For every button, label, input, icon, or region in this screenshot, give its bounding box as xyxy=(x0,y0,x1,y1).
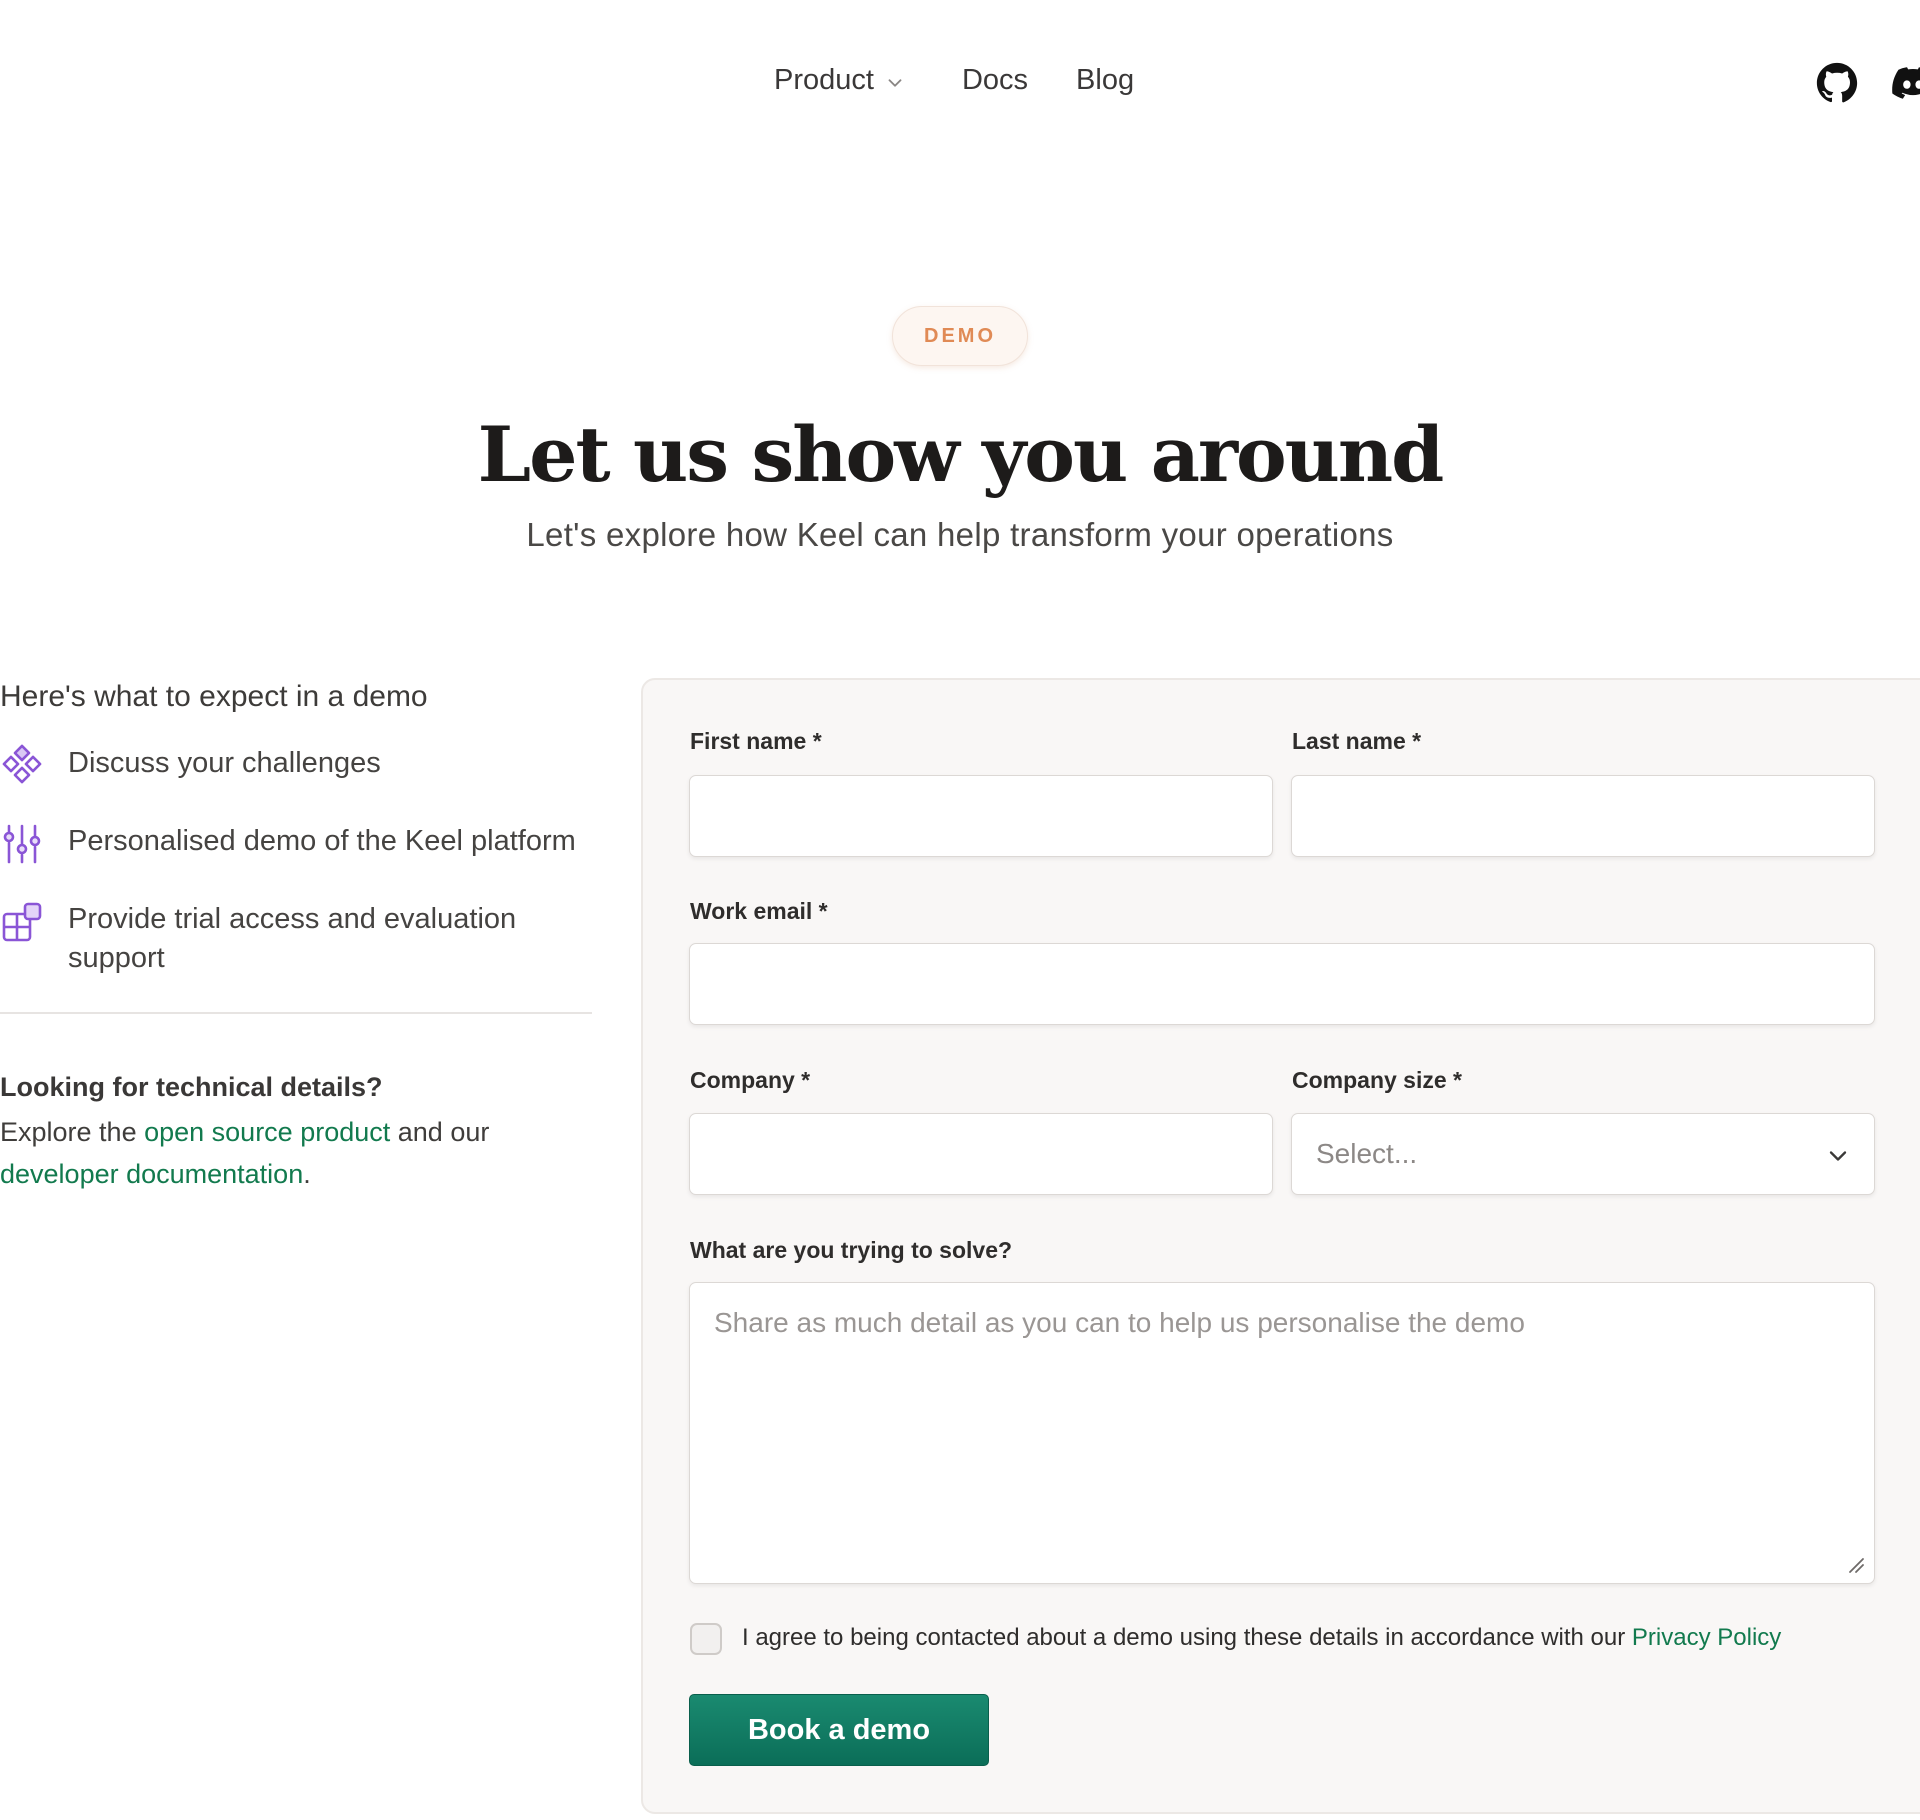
expect-title: Here's what to expect in a demo xyxy=(0,680,428,713)
open-source-link[interactable]: open source product xyxy=(144,1117,390,1147)
demo-form: First name * Last name * Work email * Co… xyxy=(641,678,1920,1814)
solve-placeholder: Share as much detail as you can to help … xyxy=(714,1307,1525,1338)
demo-info: Here's what to expect in a demo Discuss … xyxy=(0,680,592,1195)
page-title: Let us show you around xyxy=(477,410,1445,499)
expect-item: Provide trial access and evaluation supp… xyxy=(0,900,592,978)
last-name-input[interactable] xyxy=(1291,775,1875,857)
privacy-policy-link[interactable]: Privacy Policy xyxy=(1632,1624,1781,1651)
expect-item: Personalised demo of the Keel platform xyxy=(0,822,592,866)
consent-label: I agree to being contacted about a demo … xyxy=(742,1624,1632,1651)
nav-social xyxy=(1816,62,1920,104)
tech-text: . xyxy=(303,1159,311,1189)
company-size-value: Select... xyxy=(1316,1138,1418,1169)
page-subtitle: Let's explore how Keel can help transfor… xyxy=(526,516,1394,553)
discord-icon[interactable] xyxy=(1892,62,1920,104)
nav-docs-label: Docs xyxy=(961,64,1029,96)
divider xyxy=(0,1012,592,1014)
expect-item-label: Personalised demo of the Keel platform xyxy=(68,825,576,857)
nav-docs[interactable]: Docs xyxy=(962,64,1028,97)
tech-body: Explore the open source product and our … xyxy=(0,1111,592,1195)
resize-handle-icon[interactable] xyxy=(1846,1555,1866,1575)
company-size-label: Company size * xyxy=(1292,1067,1462,1093)
expect-item-label: Discuss your challenges xyxy=(68,747,381,779)
demo-badge: DEMO xyxy=(892,306,1028,366)
first-name-label: First name * xyxy=(690,728,822,754)
nav-blog-label: Blog xyxy=(1076,64,1135,96)
consent-text: I agree to being contacted about a demo … xyxy=(742,1624,1781,1652)
expect-item-label: Provide trial access and evaluation supp… xyxy=(68,903,517,974)
tech-text: Explore the xyxy=(0,1117,145,1147)
solve-textarea[interactable]: Share as much detail as you can to help … xyxy=(689,1282,1875,1584)
tech-text: and our xyxy=(390,1117,490,1147)
nav-product-label: Product xyxy=(774,64,874,96)
diamonds-icon xyxy=(2,744,42,784)
company-label: Company * xyxy=(690,1067,811,1093)
nav-links: Product Docs Blog xyxy=(774,64,1134,97)
tech-title: Looking for technical details? xyxy=(0,1072,383,1102)
expect-item: Discuss your challenges xyxy=(0,744,592,788)
developer-docs-link[interactable]: developer documentation xyxy=(0,1159,303,1189)
nav-blog[interactable]: Blog xyxy=(1076,64,1134,97)
company-size-select[interactable]: Select... xyxy=(1291,1113,1875,1195)
chevron-down-icon xyxy=(1829,1151,1847,1161)
work-email-label: Work email * xyxy=(690,898,828,924)
blocks-icon xyxy=(2,902,42,942)
last-name-label: Last name * xyxy=(1292,728,1422,754)
nav-product[interactable]: Product xyxy=(774,64,906,97)
first-name-input[interactable] xyxy=(689,775,1273,857)
work-email-input[interactable] xyxy=(689,943,1875,1025)
demo-page: Product Docs Blog DEMO Let us show you a… xyxy=(0,0,1920,1820)
chevron-down-icon xyxy=(888,78,902,87)
solve-label: What are you trying to solve? xyxy=(690,1237,1013,1263)
sliders-icon xyxy=(3,824,41,864)
expect-list: Discuss your challenges Personalised dem… xyxy=(0,744,592,978)
company-input[interactable] xyxy=(689,1113,1273,1195)
consent-checkbox[interactable] xyxy=(690,1623,722,1655)
github-icon[interactable] xyxy=(1816,62,1858,104)
top-nav: Product Docs Blog xyxy=(0,50,1920,112)
book-demo-button[interactable]: Book a demo xyxy=(689,1694,989,1766)
